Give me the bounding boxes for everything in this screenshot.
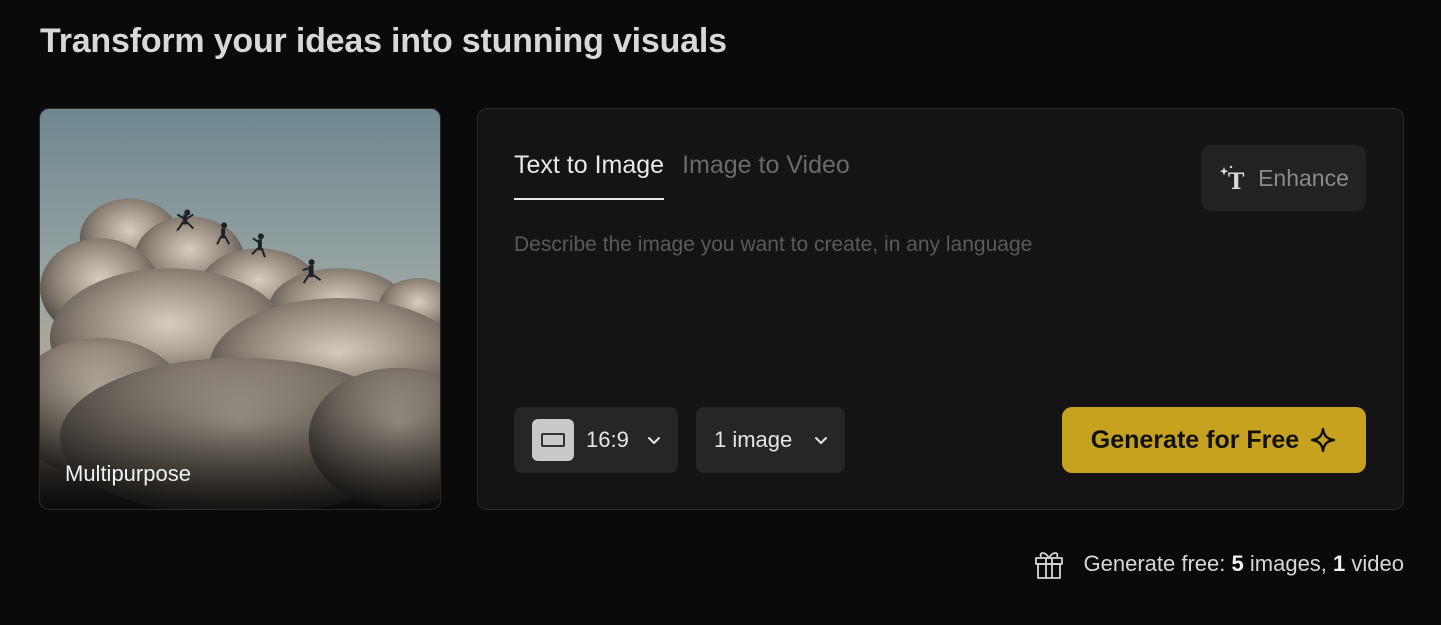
chevron-down-icon (815, 437, 827, 444)
sparkle-icon (1311, 427, 1336, 453)
generate-label: Generate for Free (1090, 425, 1300, 454)
sparkle-text-icon: T (1219, 165, 1245, 193)
gift-icon (1034, 552, 1063, 579)
enhance-button[interactable]: T Enhance (1201, 145, 1366, 211)
preview-card[interactable]: Multipurpose (39, 108, 441, 510)
aspect-ratio-select[interactable]: 16:9 (514, 407, 678, 473)
tab-image-to-video[interactable]: Image to Video (682, 151, 850, 200)
chevron-down-icon (648, 437, 660, 444)
free-quota: Generate free: 5 images, 1 video (1034, 548, 1404, 580)
svg-text:T: T (1228, 169, 1245, 193)
aspect-ratio-value: 16:9 (586, 427, 629, 452)
prompt-input[interactable] (514, 233, 1294, 383)
mode-tabs: Text to Image Image to Video (514, 151, 850, 200)
ratio-rectangle-icon (532, 419, 574, 461)
image-count-value: 1 image (714, 427, 793, 452)
preview-image (40, 109, 440, 509)
free-quota-text: Generate free: 5 images, 1 video (1083, 551, 1404, 576)
generator-panel: Text to Image Image to Video T Enhance 1… (477, 108, 1404, 510)
generate-button[interactable]: Generate for Free (1062, 407, 1366, 473)
tab-text-to-image[interactable]: Text to Image (514, 151, 665, 200)
image-count-select[interactable]: 1 image (696, 407, 845, 473)
page-title: Transform your ideas into stunning visua… (40, 22, 727, 60)
enhance-label: Enhance (1258, 164, 1349, 191)
preview-label: Multipurpose (65, 461, 191, 486)
